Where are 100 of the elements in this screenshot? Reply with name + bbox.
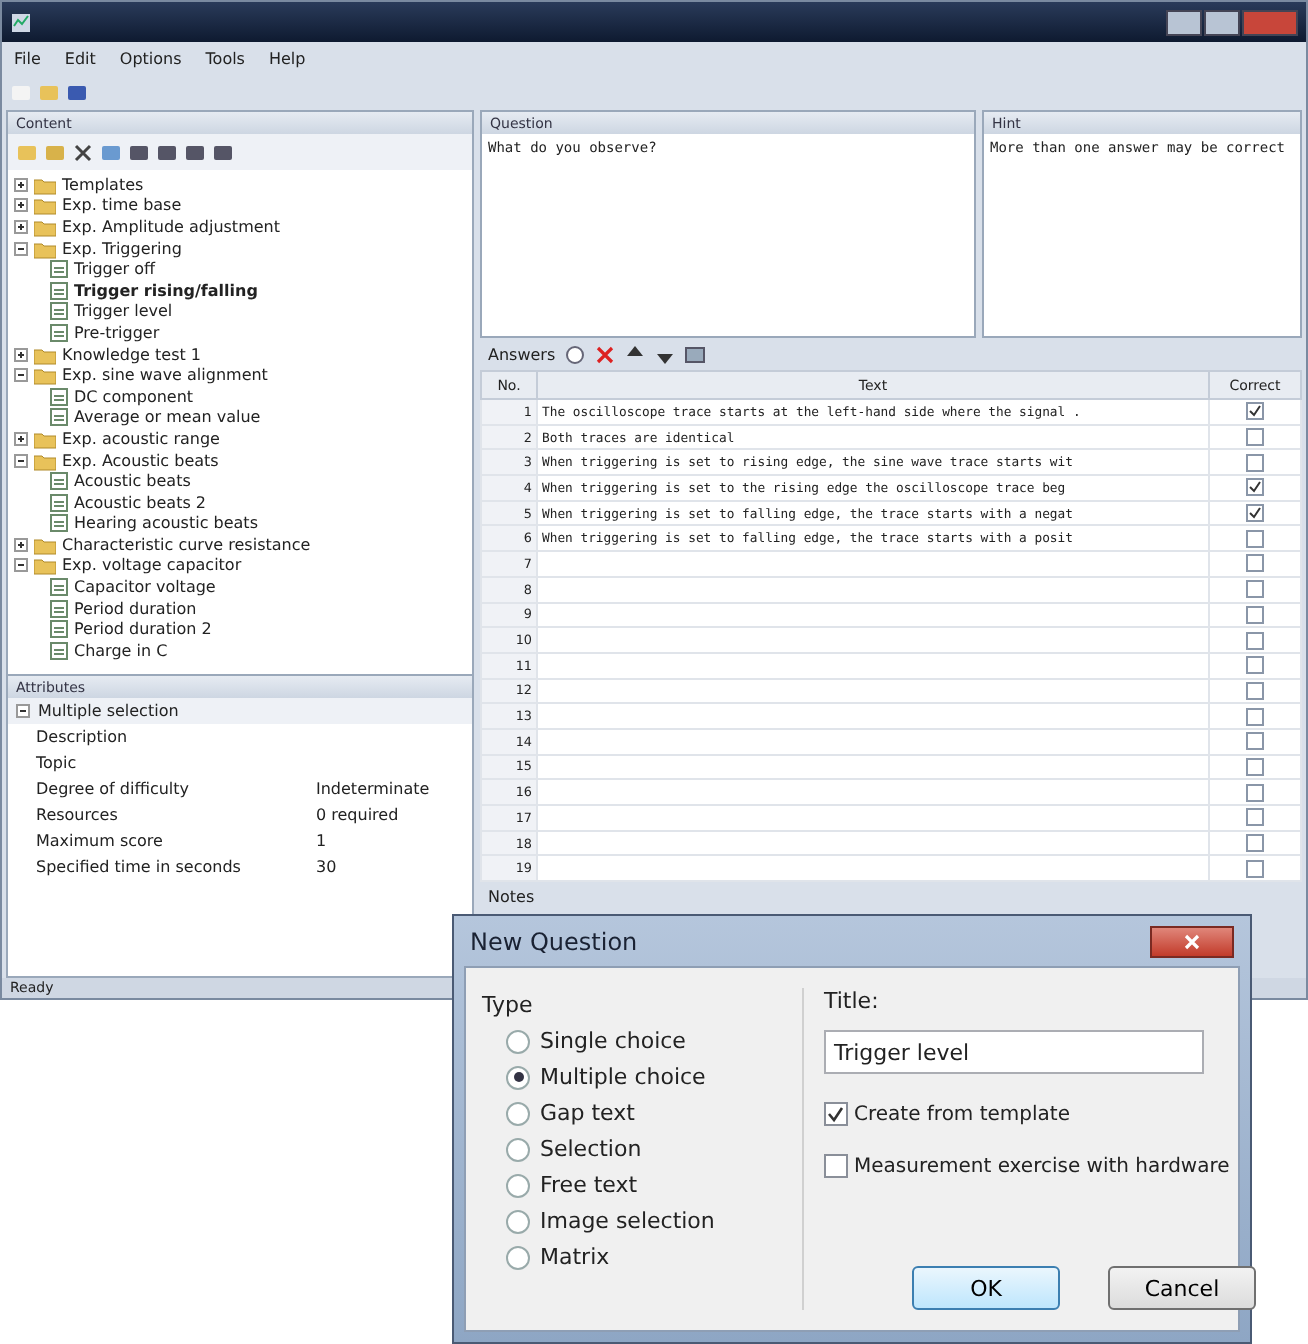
tree-item[interactable]: Exp. Acoustic beats	[62, 451, 219, 470]
expand-icon[interactable]	[14, 537, 28, 552]
tree-item[interactable]: Pre-trigger	[74, 323, 160, 342]
checkbox[interactable]	[824, 1154, 848, 1178]
expand-icon[interactable]	[14, 219, 28, 234]
tree-item[interactable]: Exp. time base	[62, 196, 182, 215]
collapse-icon[interactable]	[14, 241, 28, 256]
answer-cell[interactable]	[537, 754, 1209, 780]
tree-item[interactable]: Templates	[62, 175, 144, 194]
checkbox-label[interactable]: Measurement exercise with hardware	[854, 1155, 1230, 1177]
answer-cell[interactable]	[537, 678, 1209, 704]
answer-cell[interactable]	[537, 627, 1209, 653]
expand-icon[interactable]	[14, 347, 28, 362]
correct-checkbox[interactable]	[1246, 859, 1264, 878]
tree-item[interactable]: Trigger off	[74, 260, 156, 279]
expand-icon[interactable]	[14, 431, 28, 446]
tree-item[interactable]: Acoustic beats 2	[74, 493, 207, 512]
answer-cell[interactable]	[537, 576, 1209, 602]
delete-icon[interactable]	[72, 141, 94, 163]
correct-checkbox[interactable]	[1246, 631, 1264, 650]
correct-checkbox[interactable]	[1246, 783, 1264, 802]
correct-checkbox[interactable]	[1246, 402, 1264, 421]
tree-item[interactable]: Exp. acoustic range	[62, 429, 220, 448]
tree-item[interactable]: Period duration	[74, 599, 197, 618]
collapse-icon[interactable]	[14, 558, 28, 573]
menu-item[interactable]: Options	[119, 49, 182, 67]
expand-icon[interactable]	[14, 198, 28, 213]
tree-item[interactable]: Exp. sine wave alignment	[62, 366, 268, 385]
answer-cell[interactable]	[537, 703, 1209, 729]
radio-button[interactable]	[506, 1101, 530, 1125]
tree-item[interactable]: DC component	[74, 387, 194, 406]
property-value[interactable]: 30	[316, 858, 472, 876]
radio-button[interactable]	[506, 1245, 530, 1269]
answer-cell[interactable]	[537, 779, 1209, 805]
tree-item[interactable]: Exp. Amplitude adjustment	[62, 217, 280, 236]
tree-item[interactable]: Hearing acoustic beats	[74, 514, 258, 533]
delete-icon[interactable]	[593, 343, 616, 365]
radio-label[interactable]: Selection	[540, 1136, 642, 1162]
correct-checkbox[interactable]	[1246, 681, 1264, 700]
tree-item[interactable]: Exp. voltage capacitor	[62, 556, 242, 575]
answer-cell[interactable]	[537, 652, 1209, 679]
correct-checkbox[interactable]	[1246, 605, 1264, 624]
answer-cell[interactable]	[537, 855, 1209, 882]
property-value[interactable]: Indeterminate	[316, 780, 472, 798]
radio-button[interactable]	[506, 1029, 530, 1053]
correct-checkbox[interactable]	[1246, 478, 1264, 497]
image-icon[interactable]	[683, 343, 706, 365]
tree-item[interactable]: Trigger level	[74, 302, 173, 321]
tree-item[interactable]: Period duration 2	[74, 620, 212, 639]
close-button[interactable]	[1150, 925, 1234, 957]
radio-button[interactable]	[506, 1173, 530, 1197]
answer-cell[interactable]	[537, 805, 1209, 831]
expand-icon[interactable]	[14, 177, 28, 192]
collapse-icon[interactable]	[14, 368, 28, 383]
radio-button[interactable]	[506, 1065, 530, 1089]
tree-item[interactable]: Trigger rising/falling	[74, 281, 258, 300]
collapse-icon[interactable]	[16, 704, 30, 718]
tree-item[interactable]: Characteristic curve resistance	[62, 535, 311, 554]
correct-checkbox[interactable]	[1246, 656, 1264, 675]
radio-button[interactable]	[506, 1209, 530, 1233]
minimize-button[interactable]	[1166, 9, 1202, 35]
menu-item[interactable]: Help	[268, 49, 306, 67]
radio-label[interactable]: Matrix	[540, 1244, 610, 1270]
cancel-button[interactable]: Cancel	[1108, 1266, 1256, 1310]
radio-button[interactable]	[506, 1137, 530, 1161]
radio-label[interactable]: Image selection	[540, 1208, 715, 1234]
correct-checkbox[interactable]	[1246, 554, 1264, 573]
menu-item[interactable]: Edit	[64, 49, 96, 67]
correct-checkbox[interactable]	[1246, 453, 1264, 472]
property-value[interactable]: 1	[316, 832, 472, 850]
radio-label[interactable]: Multiple choice	[540, 1064, 706, 1090]
tree-item[interactable]: Exp. Triggering	[62, 239, 182, 258]
correct-checkbox[interactable]	[1246, 580, 1264, 599]
correct-checkbox[interactable]	[1246, 808, 1264, 827]
checkbox-label[interactable]: Create from template	[854, 1103, 1070, 1125]
correct-checkbox[interactable]	[1246, 732, 1264, 751]
radio-label[interactable]: Gap text	[540, 1100, 635, 1126]
menu-item[interactable]: File	[14, 49, 41, 67]
tree-item[interactable]: Capacitor voltage	[74, 578, 216, 597]
correct-checkbox[interactable]	[1246, 428, 1264, 447]
correct-checkbox[interactable]	[1246, 529, 1264, 548]
tree-item[interactable]: Average or mean value	[74, 408, 261, 427]
tree-item[interactable]: Acoustic beats	[74, 472, 191, 491]
correct-checkbox[interactable]	[1246, 707, 1264, 726]
checkbox[interactable]	[824, 1102, 848, 1126]
radio-label[interactable]: Single choice	[540, 1028, 686, 1054]
maximize-button[interactable]	[1204, 9, 1240, 35]
correct-checkbox[interactable]	[1246, 834, 1264, 853]
collapse-icon[interactable]	[14, 453, 28, 468]
correct-checkbox[interactable]	[1246, 757, 1264, 776]
tree-item[interactable]: Charge in C	[74, 641, 168, 660]
correct-checkbox[interactable]	[1246, 504, 1264, 523]
answer-cell[interactable]	[537, 830, 1209, 856]
title-field[interactable]: Trigger level	[824, 1030, 1204, 1074]
answer-cell[interactable]	[537, 728, 1209, 755]
ok-button[interactable]: OK	[912, 1266, 1060, 1310]
menu-item[interactable]: Tools	[205, 49, 245, 67]
tree-item[interactable]: Knowledge test 1	[62, 345, 202, 364]
radio-label[interactable]: Free text	[540, 1172, 638, 1198]
answer-cell[interactable]	[537, 602, 1209, 628]
